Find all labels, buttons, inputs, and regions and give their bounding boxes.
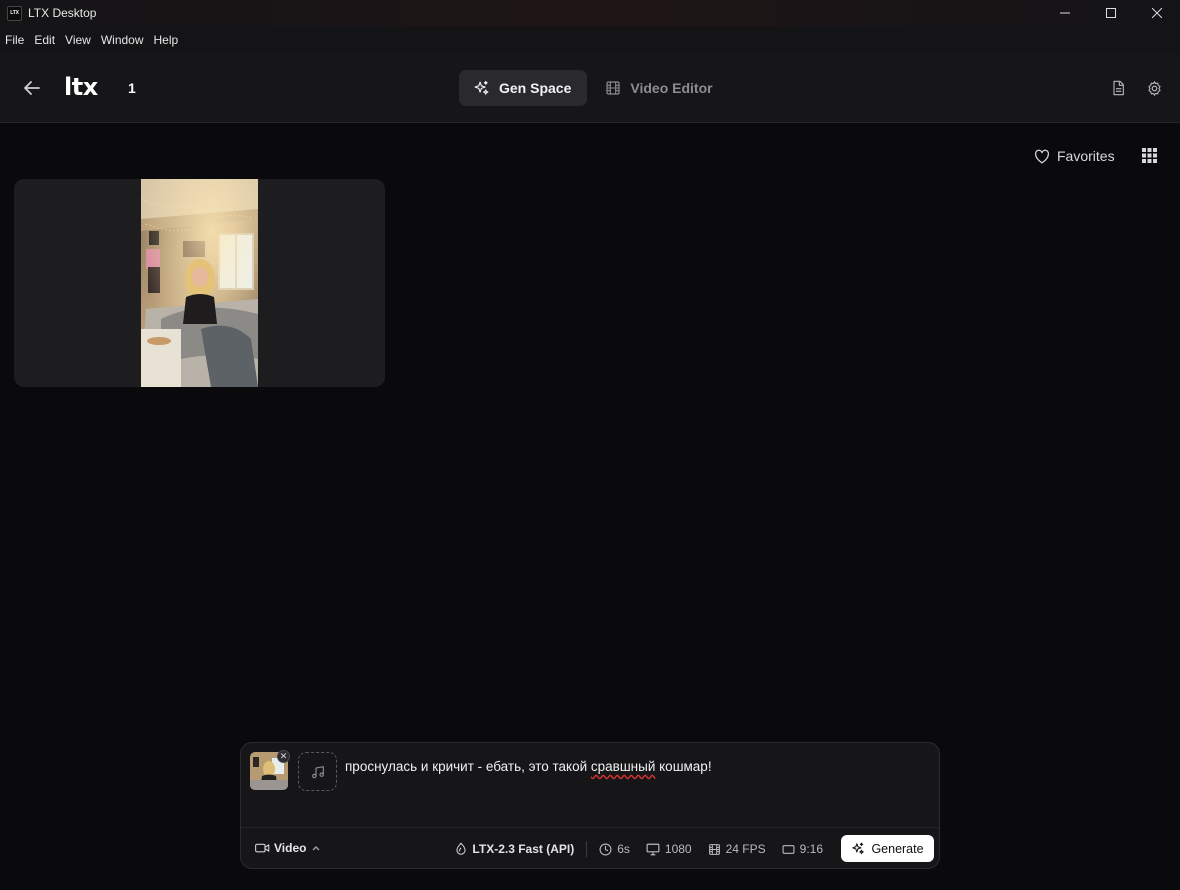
minimize-button[interactable] [1042,0,1088,26]
window-controls [1042,0,1180,26]
prompt-text-start: проснулась и кричит - ебать, это такой [345,759,591,774]
mode-label: Video [274,841,307,855]
model-label: LTX-2.3 Fast (API) [472,842,575,856]
menu-window[interactable]: Window [101,31,144,49]
arrow-left-icon [24,81,40,95]
settings-button[interactable] [1145,79,1163,97]
prompt-input[interactable]: проснулась и кричит - ебать, это такой с… [345,759,712,774]
generation-settings: LTX-2.3 Fast (API) 6s 1080 24 FPS 9:16 [455,839,823,859]
close-button[interactable] [1134,0,1180,26]
aspect-ratio-selector[interactable]: 9:16 [782,842,823,856]
window-title: LTX Desktop [28,6,97,20]
music-note-icon [311,765,324,778]
mode-selector[interactable]: Video [255,841,325,855]
aspect-ratio-label: 9:16 [799,842,823,856]
maximize-button[interactable] [1088,0,1134,26]
fps-label: 24 FPS [725,842,766,856]
composer-divider [241,827,939,828]
maximize-icon [1106,8,1116,18]
remove-reference-button[interactable]: ✕ [277,750,290,763]
project-name: 1 [128,80,136,96]
heart-icon [1034,149,1050,163]
minimize-icon [1060,12,1070,14]
film-icon [708,843,720,855]
prompt-composer: ✕ проснулась и кричит - ебать, это такой… [240,742,940,869]
monitor-icon [646,843,660,855]
prompt-misspelled-word: сравшный [590,759,656,774]
brand-logo: ltx [64,73,98,101]
video-camera-icon [255,843,270,853]
tab-video-editor[interactable]: Video Editor [591,70,728,106]
tab-gen-space-label: Gen Space [499,80,572,96]
aspect-ratio-icon [782,844,795,854]
model-selector[interactable]: LTX-2.3 Fast (API) [455,842,574,856]
chevron-up-icon [312,846,320,851]
tab-video-editor-label: Video Editor [630,80,713,96]
view-tabs: Gen Space Video Editor [459,70,733,106]
favorites-label: Favorites [1057,148,1115,164]
settings-separator [586,841,588,857]
favorites-filter[interactable]: Favorites [1034,146,1115,166]
add-audio-button[interactable] [298,752,337,791]
resolution-selector[interactable]: 1080 [646,842,692,856]
film-icon [606,81,620,95]
title-bar: LTX LTX Desktop [0,0,1180,26]
menu-edit[interactable]: Edit [34,31,55,49]
app-header: ltx 1 Gen Space Video Editor [0,54,1180,123]
menu-bar: File Edit View Window Help [0,26,1180,54]
sparkles-icon [852,842,865,854]
prompt-text-end: кошмар! [655,759,712,774]
resolution-label: 1080 [664,842,692,856]
notes-button[interactable] [1109,79,1127,97]
video-thumbnail [141,179,258,387]
clock-icon [599,843,612,855]
grid-icon [1142,148,1157,163]
gear-icon [1147,80,1161,96]
model-icon [456,842,467,855]
generate-button[interactable]: Generate [841,835,934,862]
grid-view-button[interactable] [1142,148,1157,168]
duration-label: 6s [617,842,630,856]
menu-help[interactable]: Help [154,31,179,49]
back-button[interactable] [20,76,44,100]
fps-selector[interactable]: 24 FPS [708,842,766,856]
generate-label: Generate [871,841,924,856]
sparkles-icon [474,80,489,95]
duration-selector[interactable]: 6s [599,842,630,856]
menu-file[interactable]: File [5,31,24,49]
close-icon [1152,8,1162,18]
app-logo: LTX [7,5,22,21]
document-icon [1113,80,1124,96]
tab-gen-space[interactable]: Gen Space [459,70,588,106]
menu-view[interactable]: View [65,31,91,49]
generated-video-card[interactable] [14,179,385,387]
